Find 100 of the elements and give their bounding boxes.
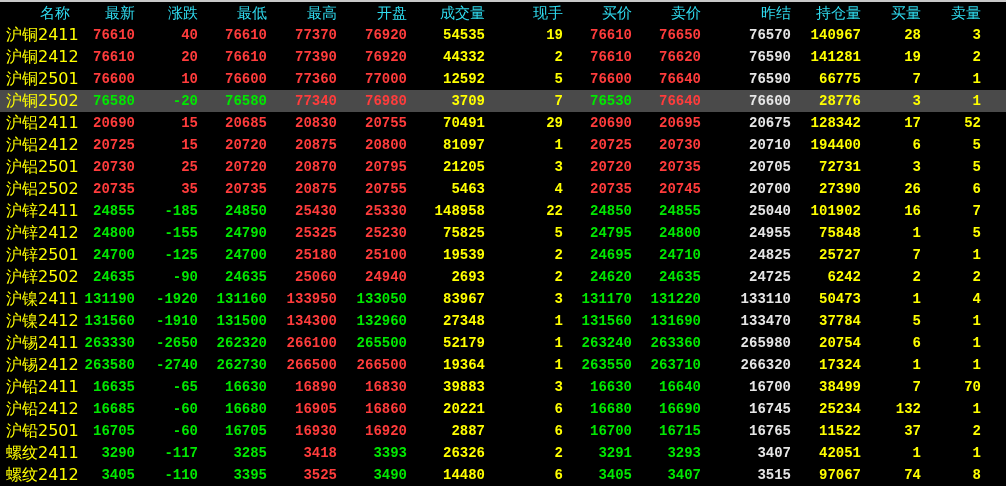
column-header[interactable]: 最低 [203,3,272,23]
quote-row[interactable]: 沪锡2412 263580 -2740 262730 266500 266500 19364 1 263550 263710 266320 17324 1 1 [0,354,1006,376]
table-cell-text: 20875 [294,181,338,197]
table-cell-text: 3 [911,159,922,175]
table-cell-text: 263580 [83,357,136,373]
table-cell-text: 20725 [92,137,136,153]
column-header[interactable]: 买价 [568,3,637,23]
table-cell-text: 2693 [450,269,486,285]
table-cell-text: 20754 [818,335,862,351]
table-cell-text: 35 [180,181,199,197]
column-header[interactable]: 卖量 [926,3,986,23]
table-cell-text: 77360 [294,71,338,87]
table-cell-text: 20755 [364,181,408,197]
selected-row[interactable]: 沪铜2502 76580 -20 76580 77340 76980 3709 7 76530 76640 76600 28776 3 1 [0,90,1006,112]
table-cell-text: 266100 [285,335,338,351]
column-header[interactable]: 买量 [866,3,926,23]
contract-name: 沪锌2502 [5,266,75,288]
table-cell-text: 24955 [748,225,792,241]
table-cell-text: 128342 [809,115,862,131]
table-cell-text: 16930 [294,423,338,439]
table-cell-text: 5 [911,313,922,329]
table-cell-text: 20795 [364,159,408,175]
table-cell-text: 76600 [748,93,792,109]
table-cell-text: 148958 [433,203,486,219]
quote-row[interactable]: 沪铜2412 76610 20 76610 77390 76920 44332 2 76610 76620 76590 141281 19 2 [0,46,1006,68]
table-cell-text: 20700 [748,181,792,197]
table-cell-text: 17324 [818,357,862,373]
table-cell-text: 66775 [818,71,862,87]
table-cell-text: 16920 [364,423,408,439]
quote-row[interactable]: 沪锌2502 24635 -90 24635 25060 24940 2693 2 24620 24635 24725 6242 2 2 [0,266,1006,288]
table-cell-text: 7 [911,379,922,395]
table-cell-text: 28776 [818,93,862,109]
table-cell-text: 17 [903,115,922,131]
quote-row[interactable]: 沪铝2412 20725 15 20720 20875 20800 81097 1 20725 20730 20710 194400 6 5 [0,134,1006,156]
table-cell-text: 3293 [666,445,702,461]
table-cell-text: 24695 [589,247,633,263]
column-header[interactable]: 开盘 [342,3,412,23]
column-header[interactable]: 涨跌 [140,3,203,23]
table-cell-text: 1 [553,357,564,373]
table-cell-text: 263360 [649,335,702,351]
table-cell-text: 6 [553,401,564,417]
quote-row[interactable]: 螺纹2411 3290 -117 3285 3418 3393 26326 2 3291 3293 3407 42051 1 1 [0,442,1006,464]
quote-row[interactable]: 沪铝2501 20730 25 20720 20870 20795 21205 3 20720 20735 20705 72731 3 5 [0,156,1006,178]
table-cell-text: 3 [553,291,564,307]
quote-row[interactable]: 沪镍2411 131190 -1920 131160 133950 133050 83967 3 131170 131220 133110 50473 1 4 [0,288,1006,310]
table-cell-text: 20695 [658,115,702,131]
table-cell-text: 3490 [372,467,408,483]
contract-name: 沪铅2412 [5,398,75,420]
table-cell-text: 1 [911,291,922,307]
table-cell-text: 25325 [294,225,338,241]
quote-row[interactable]: 沪锌2501 24700 -125 24700 25180 25100 19539 2 24695 24710 24825 25727 7 1 [0,244,1006,266]
table-cell-text: 16705 [92,423,136,439]
table-cell-text: 20221 [442,401,486,417]
quote-row[interactable]: 沪锌2412 24800 -155 24790 25325 25230 75825 5 24795 24800 24955 75848 1 5 [0,222,1006,244]
table-cell-text: 25234 [818,401,862,417]
table-cell-text: 77390 [294,49,338,65]
quote-row[interactable]: 沪铅2412 16685 -60 16680 16905 16860 20221 6 16680 16690 16745 25234 132 1 [0,398,1006,420]
table-cell-text: 3407 [666,467,702,483]
column-header[interactable]: 卖价 [637,3,706,23]
column-header[interactable]: 成交量 [412,3,490,23]
table-cell-text: 2 [553,247,564,263]
quote-row[interactable]: 螺纹2412 3405 -110 3395 3525 3490 14480 6 3405 3407 3515 97067 74 8 [0,464,1006,486]
quote-row[interactable]: 沪铅2501 16705 -60 16705 16930 16920 2887 6 16700 16715 16765 11522 37 2 [0,420,1006,442]
table-cell-text: 77370 [294,27,338,43]
table-cell-text: 20755 [364,115,408,131]
table-cell-text: 7 [971,203,982,219]
quote-row[interactable]: 沪铅2411 16635 -65 16630 16890 16830 39883 3 16630 16640 16700 38499 7 70 [0,376,1006,398]
table-cell-text: 15 [180,137,199,153]
table-cell-text: 3 [553,379,564,395]
quote-row[interactable]: 沪铜2411 76610 40 76610 77370 76920 54535 19 76610 76650 76570 140967 28 3 [0,24,1006,46]
table-cell-text: 70491 [442,115,486,131]
table-cell-text: 25727 [818,247,862,263]
column-header[interactable]: 最新 [75,3,140,23]
table-cell-text: -60 [171,423,199,439]
quote-row[interactable]: 沪铝2411 20690 15 20685 20830 20755 70491 29 20690 20695 20675 128342 17 52 [0,112,1006,134]
contract-name: 沪铝2502 [5,178,75,200]
column-header[interactable]: 持仓量 [796,3,866,23]
table-cell-text: 6 [911,335,922,351]
column-header[interactable]: 名称 [0,3,75,23]
quote-row[interactable]: 沪铜2501 76600 10 76600 77360 77000 12592 5 76600 76640 76590 66775 7 1 [0,68,1006,90]
column-header[interactable]: 现手 [490,3,568,23]
table-cell-text: 52 [963,115,982,131]
quote-row[interactable]: 沪锡2411 263330 -2650 262320 266100 265500 52179 1 263240 263360 265980 20754 6 1 [0,332,1006,354]
table-cell-text: 20800 [364,137,408,153]
quote-row[interactable]: 沪镍2412 131560 -1910 131500 134300 132960 27348 1 131560 131690 133470 37784 5 1 [0,310,1006,332]
table-cell-text: 3405 [597,467,633,483]
table-cell-text: 20720 [224,159,268,175]
table-cell-text: 16680 [589,401,633,417]
table-cell-text: 76600 [224,71,268,87]
quote-row[interactable]: 沪锌2411 24855 -185 24850 25430 25330 148958 22 24850 24855 25040 101902 16 7 [0,200,1006,222]
column-header[interactable]: 昨结 [706,3,796,23]
table-cell-text: 5 [971,159,982,175]
quote-row[interactable]: 沪铝2502 20735 35 20735 20875 20755 5463 4 20735 20745 20700 27390 26 6 [0,178,1006,200]
table-cell-text: 134300 [285,313,338,329]
table-cell-text: 3407 [756,445,792,461]
column-header[interactable]: 最高 [272,3,342,23]
table-cell-text: -1910 [155,313,199,329]
table-cell-text: 1 [553,137,564,153]
table-cell-text: -60 [171,401,199,417]
table-cell-text: 24635 [224,269,268,285]
